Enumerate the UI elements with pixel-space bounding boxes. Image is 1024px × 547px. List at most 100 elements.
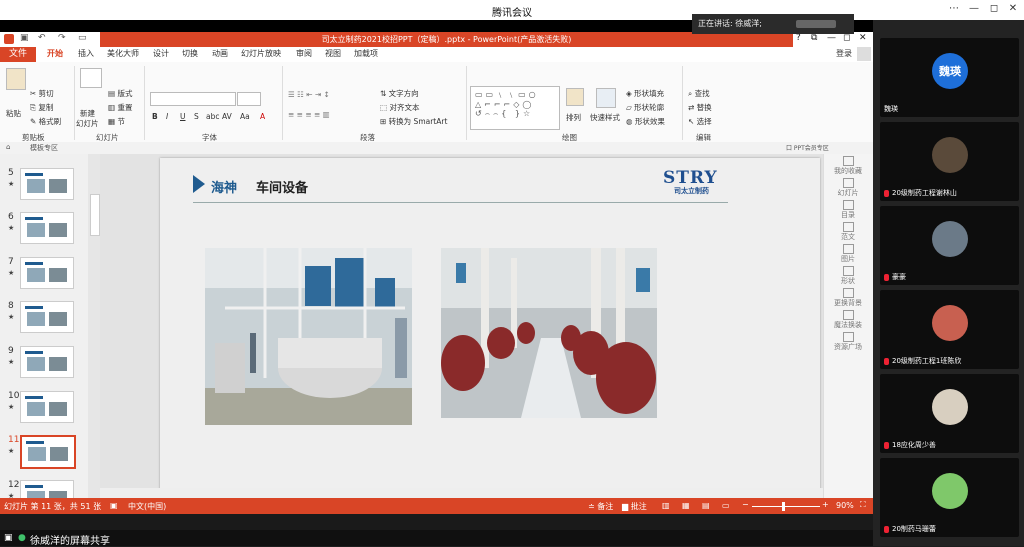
side-panel-icon[interactable] [843,200,854,210]
zoom-in-button[interactable]: + [822,500,829,509]
tab-transitions[interactable]: 切换 [182,48,198,59]
smartart-button[interactable]: ⊞ 转换为 SmartArt [380,116,447,127]
side-panel-icon[interactable] [843,156,854,166]
side-panel-icon[interactable] [843,244,854,254]
slide-thumbnail[interactable] [20,257,74,289]
shapes-gallery[interactable]: ▭▭﹨﹨▭○ △⌐⌐⌐◇◯ ↺⌢⌢{ }☆ [470,86,560,130]
new-slide-icon[interactable] [80,68,102,88]
underline-button[interactable]: U [180,112,186,121]
tab-review[interactable]: 审阅 [296,48,312,59]
side-panel-item[interactable]: 图片 [823,254,873,264]
tab-animations[interactable]: 动画 [212,48,228,59]
format-painter-button[interactable]: ✎ 格式刷 [30,116,61,127]
participant-tile[interactable]: 18应化周少善 [880,374,1019,453]
side-panel-icon[interactable] [843,288,854,298]
shape-fill-button[interactable]: ◈ 形状填充 [626,88,664,99]
select-button[interactable]: ↖ 选择 [688,116,712,127]
side-panel-item[interactable]: 幻灯片 [823,188,873,198]
side-panel-item[interactable]: 魔法换装 [823,320,873,330]
reset-button[interactable]: ▥ 重置 [108,102,132,113]
side-panel-item[interactable]: 我的收藏 [823,166,873,176]
home-icon[interactable]: ⌂ [6,143,10,151]
section-button[interactable]: ▦ 节 [108,116,125,127]
align-text-button[interactable]: ⬚ 对齐文本 [380,102,419,113]
list-buttons[interactable]: ☰ ☷ ⇤ ⇥ ↕ [288,90,330,99]
undo-icon[interactable]: ↶ [38,33,46,43]
align-buttons[interactable]: ≡ ≡ ≡ ≡ ▥ [288,110,330,119]
side-panel-icon[interactable] [843,222,854,232]
side-panel-item[interactable]: 更换背景 [823,298,873,308]
participant-tile[interactable]: 魏瑛 魏瑛 [880,38,1019,117]
save-icon[interactable]: ▣ [20,33,29,43]
start-slideshow-icon[interactable]: ▭ [78,33,87,43]
tab-beautify[interactable]: 美化大师 [107,48,139,59]
arrange-button[interactable]: 排列 [566,112,581,123]
tab-view[interactable]: 视图 [325,48,341,59]
notes-button[interactable]: ≐ 备注 [588,501,613,512]
text-direction-button[interactable]: ⇅ 文字方向 [380,88,419,99]
slide-thumbnail[interactable] [20,212,74,244]
shape-effects-button[interactable]: ◍ 形状效果 [626,116,665,127]
slide-thumbnail[interactable] [20,391,74,423]
template-zone-tab[interactable]: 模板专区 [30,143,58,153]
paste-button[interactable]: 粘贴 [6,108,21,119]
redo-icon[interactable]: ↷ [58,33,66,43]
quick-styles-button[interactable]: 快速样式 [590,112,620,123]
tab-design[interactable]: 设计 [153,48,169,59]
login-link[interactable]: 登录 [836,48,852,59]
participant-tile[interactable]: 豪豪 [880,206,1019,285]
side-panel-item[interactable]: 范文 [823,232,873,242]
side-panel-icon[interactable] [843,332,854,342]
tab-insert[interactable]: 插入 [78,48,94,59]
quick-styles-icon[interactable] [596,88,616,108]
ppt-minimize-button[interactable]: — [827,33,836,43]
ppt-maximize-button[interactable]: ◻ [843,33,850,43]
horizontal-scrollbar[interactable] [100,488,823,498]
new-slide-label-2[interactable]: 幻灯片 [76,118,99,129]
paste-icon[interactable] [6,68,26,90]
side-panel-item[interactable]: 资源广场 [823,342,873,352]
slide-thumbnail[interactable] [20,346,74,378]
side-panel-icon[interactable] [843,310,854,320]
thumbnail-scrollbar[interactable] [88,154,100,498]
ppt-help-button[interactable]: ? [796,33,801,43]
participant-tile[interactable]: 20级制药工程1班陈欣 [880,290,1019,369]
zoom-slider[interactable] [752,506,820,507]
cut-button[interactable]: ✂ 剪切 [30,88,54,99]
font-size-select[interactable] [237,92,261,106]
zoom-slider-thumb[interactable] [782,502,785,511]
zoom-level[interactable]: 90% [836,501,854,510]
char-spacing-button[interactable]: AV [222,112,232,121]
language-status[interactable]: 中文(中国) [128,501,166,512]
slideshow-view-icon[interactable]: ▭ [722,501,730,510]
strikethrough-abc-button[interactable]: abc [206,112,219,121]
bold-button[interactable]: B [152,112,158,121]
meeting-minimize-button[interactable]: — [965,3,983,17]
layout-button[interactable]: ▤ 版式 [108,88,132,99]
slide-thumbnail[interactable] [20,301,74,333]
spellcheck-icon[interactable]: ▣ [110,501,118,510]
shape-outline-button[interactable]: ▱ 形状轮廓 [626,102,664,113]
normal-view-icon[interactable]: ▥ [662,501,670,510]
change-case-button[interactable]: Aa [240,112,250,121]
side-panel-item[interactable]: 形状 [823,276,873,286]
tab-file[interactable]: 文件 [0,47,36,62]
participant-tile[interactable]: 20制药马珊蕾 [880,458,1019,537]
find-button[interactable]: ⌕ 查找 [688,88,710,99]
ppt-ribbon-display-button[interactable]: ⧉ [811,33,817,43]
side-panel-item[interactable]: 目录 [823,210,873,220]
slide-sorter-icon[interactable]: ▦ [682,501,690,510]
font-name-select[interactable] [150,92,236,106]
meeting-maximize-button[interactable]: ◻ [985,3,1003,17]
tab-addins[interactable]: 加载项 [354,48,378,59]
tab-slideshow[interactable]: 幻灯片放映 [241,48,281,59]
arrange-icon[interactable] [566,88,584,106]
meeting-close-button[interactable]: ✕ [1004,3,1022,17]
side-panel-icon[interactable] [843,266,854,276]
meeting-more-button[interactable]: ⋯ [945,3,963,17]
fit-slide-icon[interactable]: ⛶ [860,500,866,510]
zoom-out-button[interactable]: − [742,500,749,509]
italic-button[interactable]: I [166,112,168,121]
strikethrough-button[interactable]: S [194,112,199,121]
side-panel-icon[interactable] [843,178,854,188]
